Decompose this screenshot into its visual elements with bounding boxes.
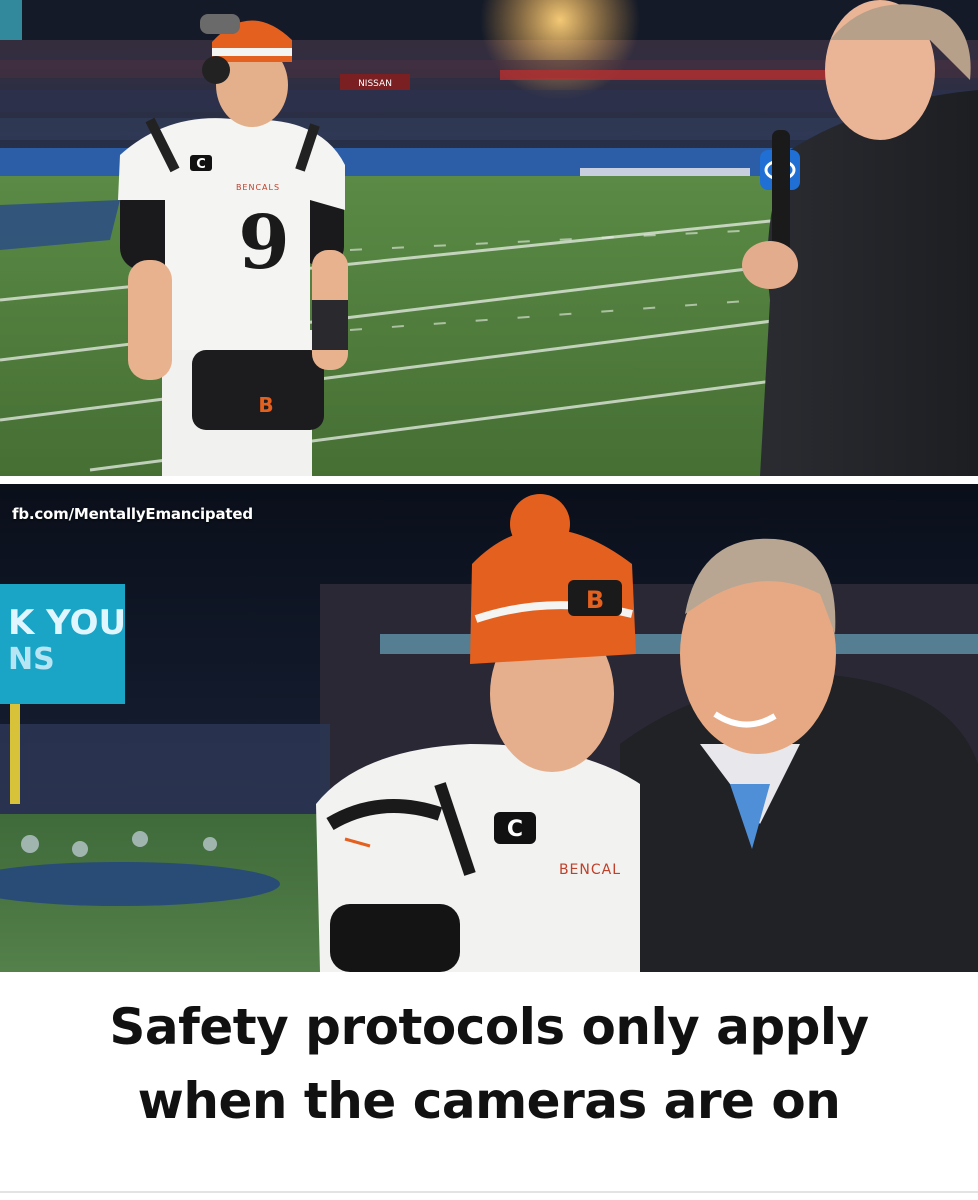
bottom-border — [0, 1191, 978, 1193]
caption-line-2: when the cameras are on — [137, 1072, 841, 1130]
microphone — [772, 130, 790, 260]
caption-line-1: Safety protocols only apply — [109, 998, 869, 1056]
watermark-text: fb.com/MentallyEmancipated — [12, 505, 253, 523]
top-photo-scene: NISSAN C BENCALS 9 B — [0, 0, 978, 476]
jersey-number: 9 — [238, 200, 290, 286]
jersey-team-name: BENCALS — [236, 183, 280, 192]
headset-icon — [202, 56, 230, 84]
hand-warmer — [192, 350, 324, 430]
goal-post — [10, 704, 20, 804]
reporter-hand — [742, 241, 798, 289]
svg-text:B: B — [586, 586, 604, 614]
top-photo: NISSAN C BENCALS 9 B — [0, 0, 978, 476]
bottom-photo-scene: K YOU NS C BENCAL B — [0, 484, 978, 972]
jersey-bottom-patch: C — [507, 817, 523, 842]
jersey-bottom-team-name: BENCAL — [559, 862, 621, 878]
caption: Safety protocols only apply when the cam… — [0, 990, 978, 1180]
scoreboard-text-2: NS — [8, 642, 55, 677]
scoreboard-text-1: K YOU — [8, 603, 126, 643]
jersey-patch: C — [196, 157, 206, 172]
panel-divider — [0, 476, 978, 484]
nissan-sign-text: NISSAN — [358, 79, 392, 89]
bottom-photo: K YOU NS C BENCAL B — [0, 484, 978, 972]
svg-text:B: B — [258, 393, 273, 417]
